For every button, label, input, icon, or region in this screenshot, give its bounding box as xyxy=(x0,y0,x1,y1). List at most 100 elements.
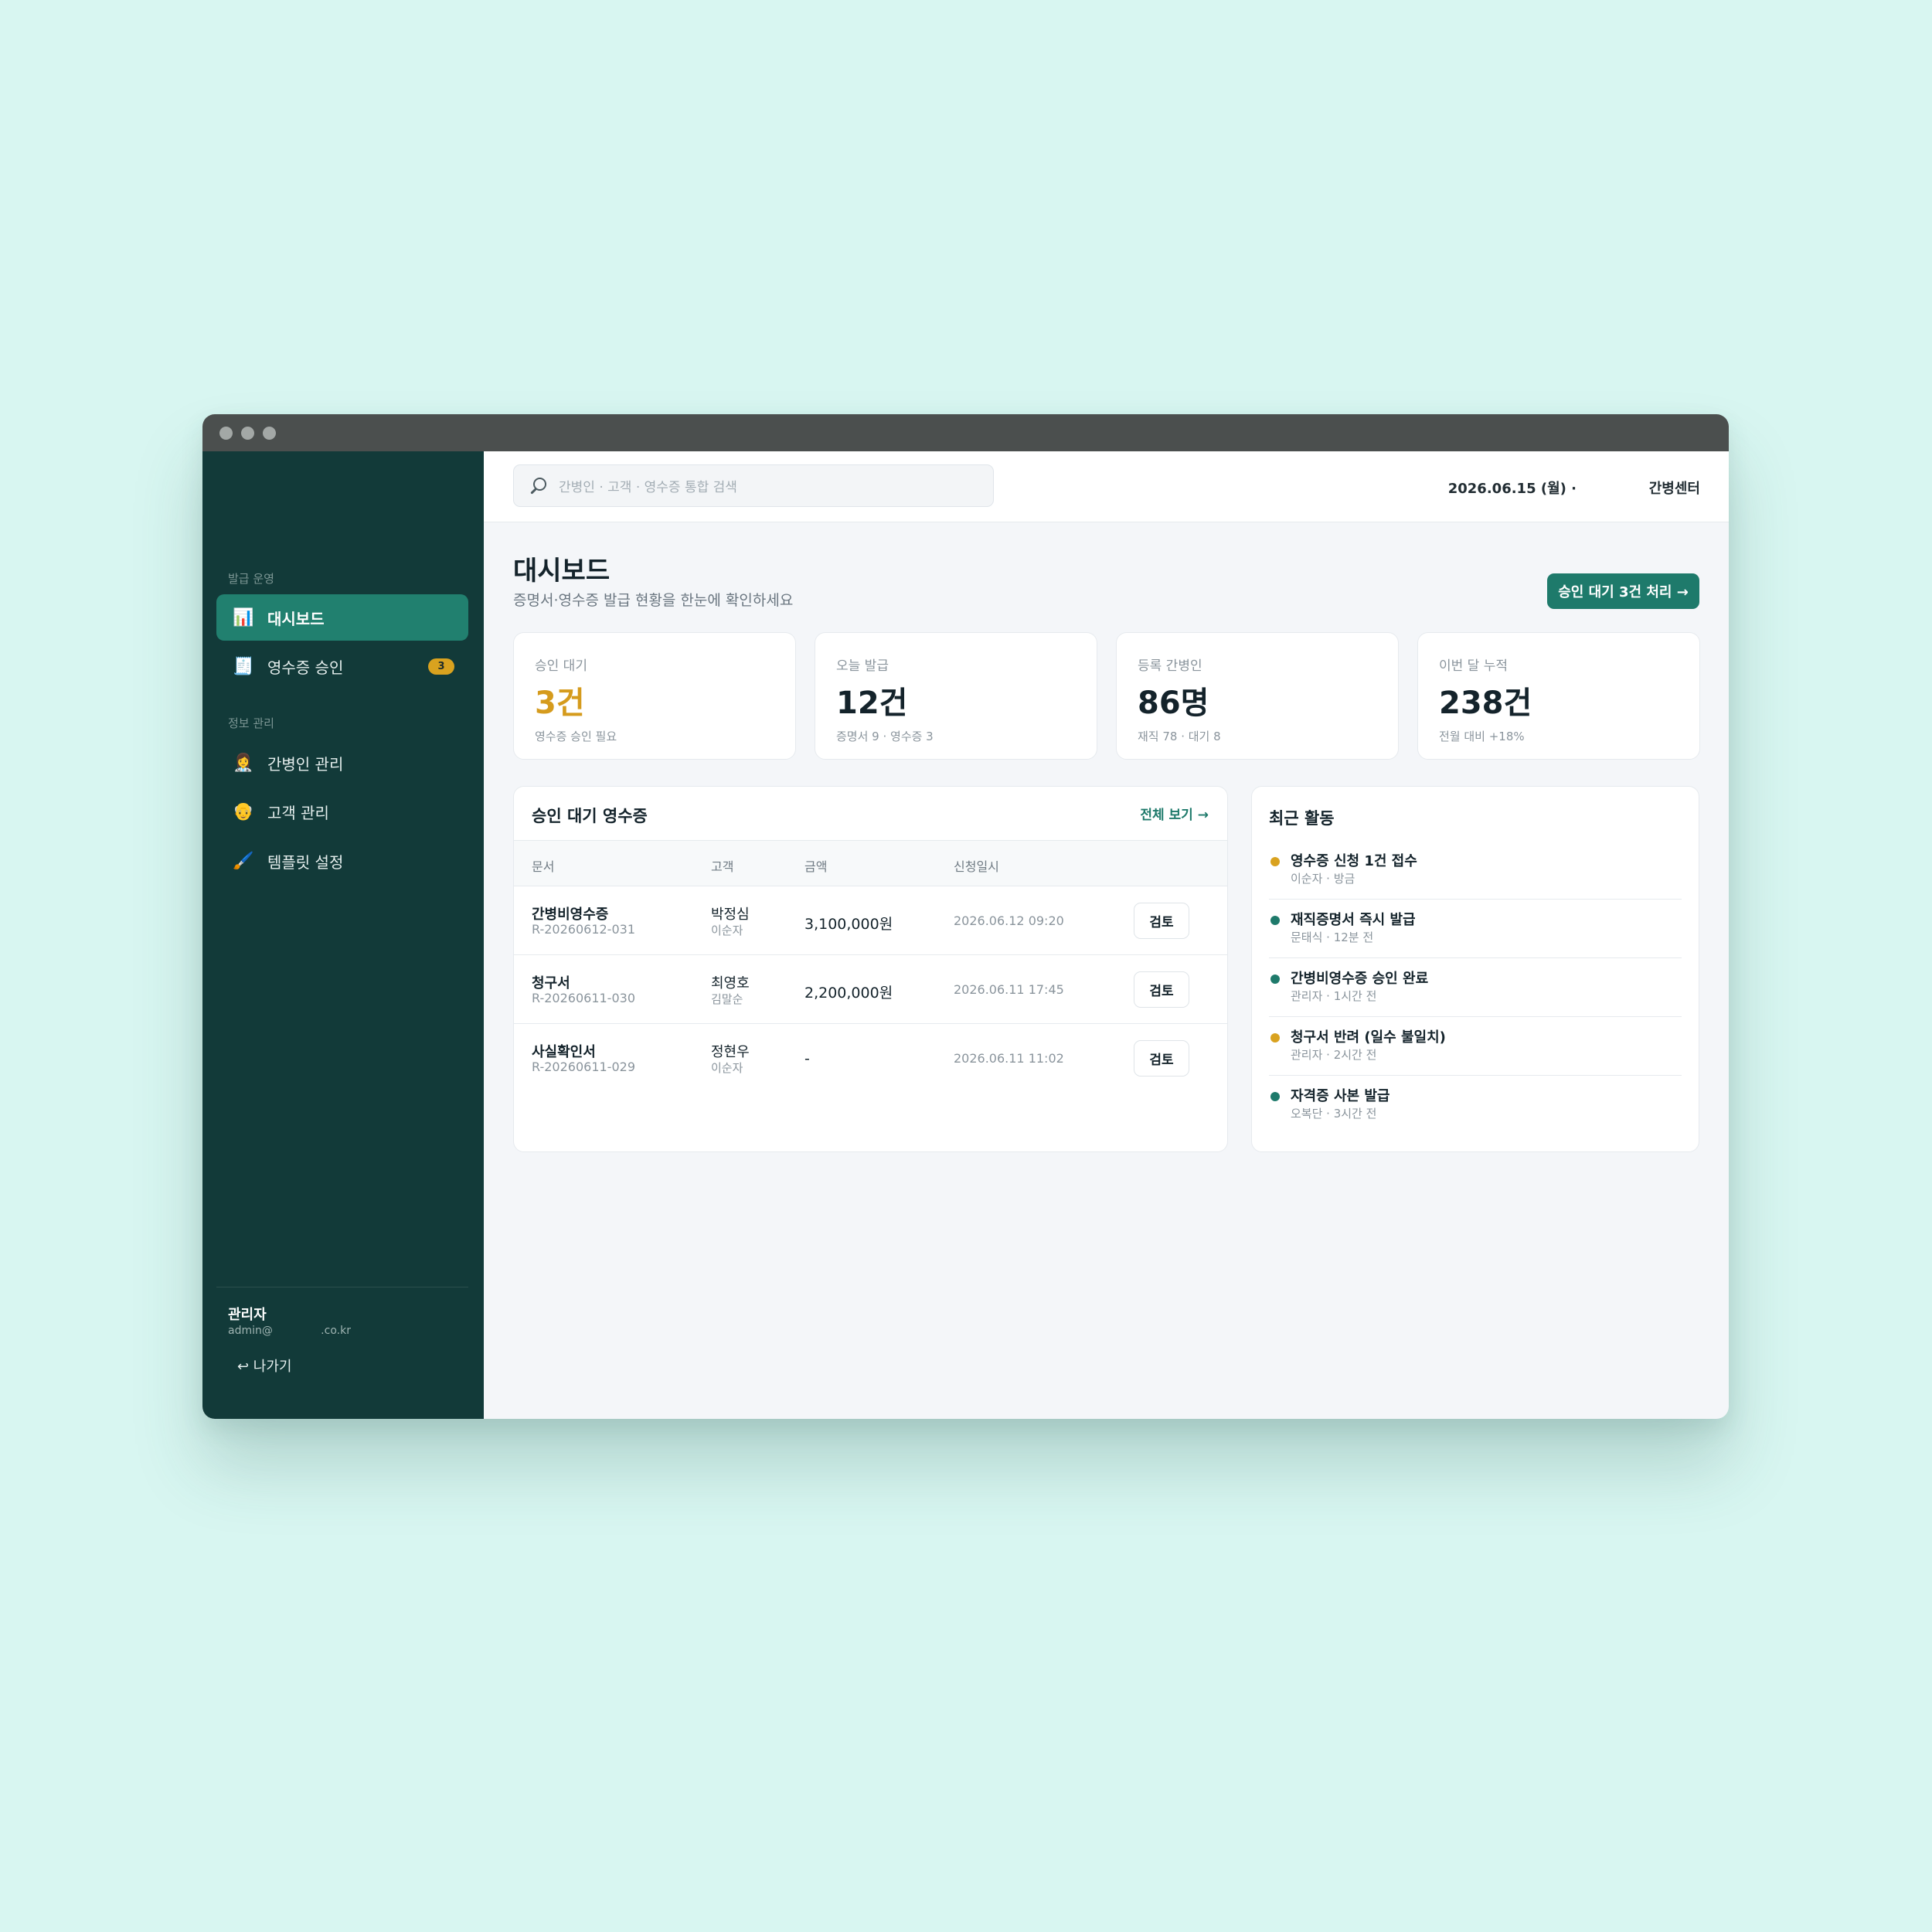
amount: 3,100,000원 xyxy=(804,916,893,933)
stat-value: 3건 xyxy=(535,685,585,721)
sidebar-item-caregivers[interactable]: 👩‍⚕️ 간병인 관리 xyxy=(216,740,468,786)
app-window: 발급 운영 📊 대시보드 🧾 영수증 승인 3 정보 관리 👩‍⚕️ 간병인 관… xyxy=(202,414,1729,1419)
activity-title: 청구서 반려 (일수 불일치) xyxy=(1291,1029,1446,1046)
logout-button[interactable]: ↩ 나가기 xyxy=(237,1355,291,1376)
activity-meta: 오복단 · 3시간 전 xyxy=(1291,1107,1377,1121)
pending-receipts-panel: 승인 대기 영수증 전체 보기 → 문서 고객 금액 신청일시 간병비영수증 R… xyxy=(513,786,1228,1152)
caregiver-name: 김말순 xyxy=(711,992,743,1006)
document-id: R-20260612-031 xyxy=(532,922,635,937)
document-name: 청구서 xyxy=(532,975,570,992)
stat-sub: 재직 78 · 대기 8 xyxy=(1138,730,1221,743)
user-email: admin@ .co.kr xyxy=(228,1325,351,1337)
stat-label: 승인 대기 xyxy=(535,658,587,674)
activity-title: 자격증 사본 발급 xyxy=(1291,1088,1390,1104)
receipt-icon: 🧾 xyxy=(233,656,254,676)
stat-card-monthly: 이번 달 누적 238건 전월 대비 +18% xyxy=(1417,632,1700,760)
amount: 2,200,000원 xyxy=(804,985,893,1002)
stat-sub: 영수증 승인 필요 xyxy=(535,730,617,743)
page-subtitle: 증명서·영수증 발급 현황을 한눈에 확인하세요 xyxy=(513,592,794,609)
activity-title: 재직증명서 즉시 발급 xyxy=(1291,912,1416,928)
stat-card-today: 오늘 발급 12건 증명서 9 · 영수증 3 xyxy=(815,632,1097,760)
status-dot xyxy=(1270,975,1280,984)
stat-card-caregivers: 등록 간병인 86명 재직 78 · 대기 8 xyxy=(1116,632,1399,760)
request-date: 2026.06.11 11:02 xyxy=(954,1051,1064,1066)
caregiver-name: 이순자 xyxy=(711,1061,743,1075)
customer-name: 최영호 xyxy=(711,975,750,992)
review-button[interactable]: 검토 xyxy=(1134,903,1189,939)
document-id: R-20260611-029 xyxy=(532,1060,635,1074)
stat-label: 이번 달 누적 xyxy=(1439,658,1509,674)
caregiver-icon: 👩‍⚕️ xyxy=(233,753,254,773)
sidebar-item-customers[interactable]: 👴 고객 관리 xyxy=(216,788,468,835)
search-icon xyxy=(529,477,546,495)
status-dot xyxy=(1270,1092,1280,1101)
window-maximize-dot[interactable] xyxy=(263,426,276,440)
sidebar-item-label: 템플릿 설정 xyxy=(267,852,344,872)
topbar: 간병인 · 고객 · 영수증 통합 검색 2026.06.15 (월) · 간병… xyxy=(484,451,1729,522)
activity-item: 청구서 반려 (일수 불일치) 관리자 · 2시간 전 xyxy=(1269,1017,1682,1076)
recent-activity-panel: 최근 활동 영수증 신청 1건 접수 이순자 · 방금 재직증명서 즉시 발급 … xyxy=(1251,786,1699,1152)
document-name: 사실확인서 xyxy=(532,1044,596,1060)
activity-meta: 관리자 · 2시간 전 xyxy=(1291,1048,1377,1062)
sidebar-item-label: 간병인 관리 xyxy=(267,754,344,774)
window-minimize-dot[interactable] xyxy=(241,426,254,440)
table-header: 문서 고객 금액 신청일시 xyxy=(514,840,1227,886)
stat-value: 86명 xyxy=(1138,685,1209,721)
activity-title: 영수증 신청 1건 접수 xyxy=(1291,853,1417,869)
user-name: 관리자 xyxy=(228,1307,267,1323)
status-dot xyxy=(1270,916,1280,925)
stat-value: 238건 xyxy=(1439,685,1532,721)
review-button[interactable]: 검토 xyxy=(1134,1040,1189,1077)
activity-title: 간병비영수증 승인 완료 xyxy=(1291,971,1429,987)
activity-item: 간병비영수증 승인 완료 관리자 · 1시간 전 xyxy=(1269,958,1682,1017)
activity-meta: 이순자 · 방금 xyxy=(1291,872,1355,886)
process-pending-button[interactable]: 승인 대기 3건 처리 → xyxy=(1547,573,1699,609)
sidebar-item-dashboard[interactable]: 📊 대시보드 xyxy=(216,594,468,641)
sidebar-item-receipt-approval[interactable]: 🧾 영수증 승인 3 xyxy=(216,643,468,689)
stat-sub: 전월 대비 +18% xyxy=(1439,730,1525,743)
status-dot xyxy=(1270,1033,1280,1043)
elder-icon: 👴 xyxy=(233,801,254,821)
request-date: 2026.06.12 09:20 xyxy=(954,913,1064,928)
stat-label: 등록 간병인 xyxy=(1138,658,1202,674)
stat-sub: 증명서 9 · 영수증 3 xyxy=(836,730,934,743)
caregiver-name: 이순자 xyxy=(711,923,743,937)
column-header-customer: 고객 xyxy=(711,859,734,874)
amount: - xyxy=(804,1050,810,1067)
sidebar-item-label: 대시보드 xyxy=(267,609,325,628)
activity-item: 영수증 신청 1건 접수 이순자 · 방금 xyxy=(1269,841,1682,900)
search-input[interactable]: 간병인 · 고객 · 영수증 통합 검색 xyxy=(513,464,994,507)
panel-title: 최근 활동 xyxy=(1269,809,1335,828)
review-button[interactable]: 검토 xyxy=(1134,971,1189,1008)
page-title: 대시보드 xyxy=(513,556,611,587)
customer-name: 정현우 xyxy=(711,1044,750,1060)
sidebar-item-label: 영수증 승인 xyxy=(267,658,344,677)
nav-section-issuance: 발급 운영 xyxy=(228,572,274,586)
column-header-document: 문서 xyxy=(532,859,555,874)
activity-meta: 문태식 · 12분 전 xyxy=(1291,930,1374,944)
organization-name: 간병센터 xyxy=(1648,481,1700,497)
view-all-link[interactable]: 전체 보기 → xyxy=(1140,804,1209,823)
window-close-dot[interactable] xyxy=(219,426,233,440)
sidebar: 발급 운영 📊 대시보드 🧾 영수증 승인 3 정보 관리 👩‍⚕️ 간병인 관… xyxy=(202,451,484,1419)
document-id: R-20260611-030 xyxy=(532,991,635,1005)
status-dot xyxy=(1270,857,1280,866)
stat-value: 12건 xyxy=(836,685,908,721)
table-row: 간병비영수증 R-20260612-031 박정심 이순자 3,100,000원… xyxy=(514,886,1227,955)
current-date: 2026.06.15 (월) · xyxy=(1447,481,1577,497)
search-placeholder: 간병인 · 고객 · 영수증 통합 검색 xyxy=(559,480,737,495)
bar-chart-icon: 📊 xyxy=(233,607,254,628)
document-name: 간병비영수증 xyxy=(532,906,609,923)
table-row: 청구서 R-20260611-030 최영호 김말순 2,200,000원 20… xyxy=(514,955,1227,1024)
table-row: 사실확인서 R-20260611-029 정현우 이순자 - 2026.06.1… xyxy=(514,1024,1227,1093)
activity-meta: 관리자 · 1시간 전 xyxy=(1291,989,1377,1003)
nav-section-info: 정보 관리 xyxy=(228,716,274,730)
column-header-amount: 금액 xyxy=(804,859,828,874)
sidebar-item-label: 고객 관리 xyxy=(267,803,329,822)
activity-item: 재직증명서 즉시 발급 문태식 · 12분 전 xyxy=(1269,900,1682,958)
stat-card-pending: 승인 대기 3건 영수증 승인 필요 xyxy=(513,632,796,760)
customer-name: 박정심 xyxy=(711,906,750,923)
sidebar-item-templates[interactable]: 🖌️ 템플릿 설정 xyxy=(216,838,468,884)
column-header-date: 신청일시 xyxy=(954,859,999,874)
window-titlebar xyxy=(202,414,1729,451)
